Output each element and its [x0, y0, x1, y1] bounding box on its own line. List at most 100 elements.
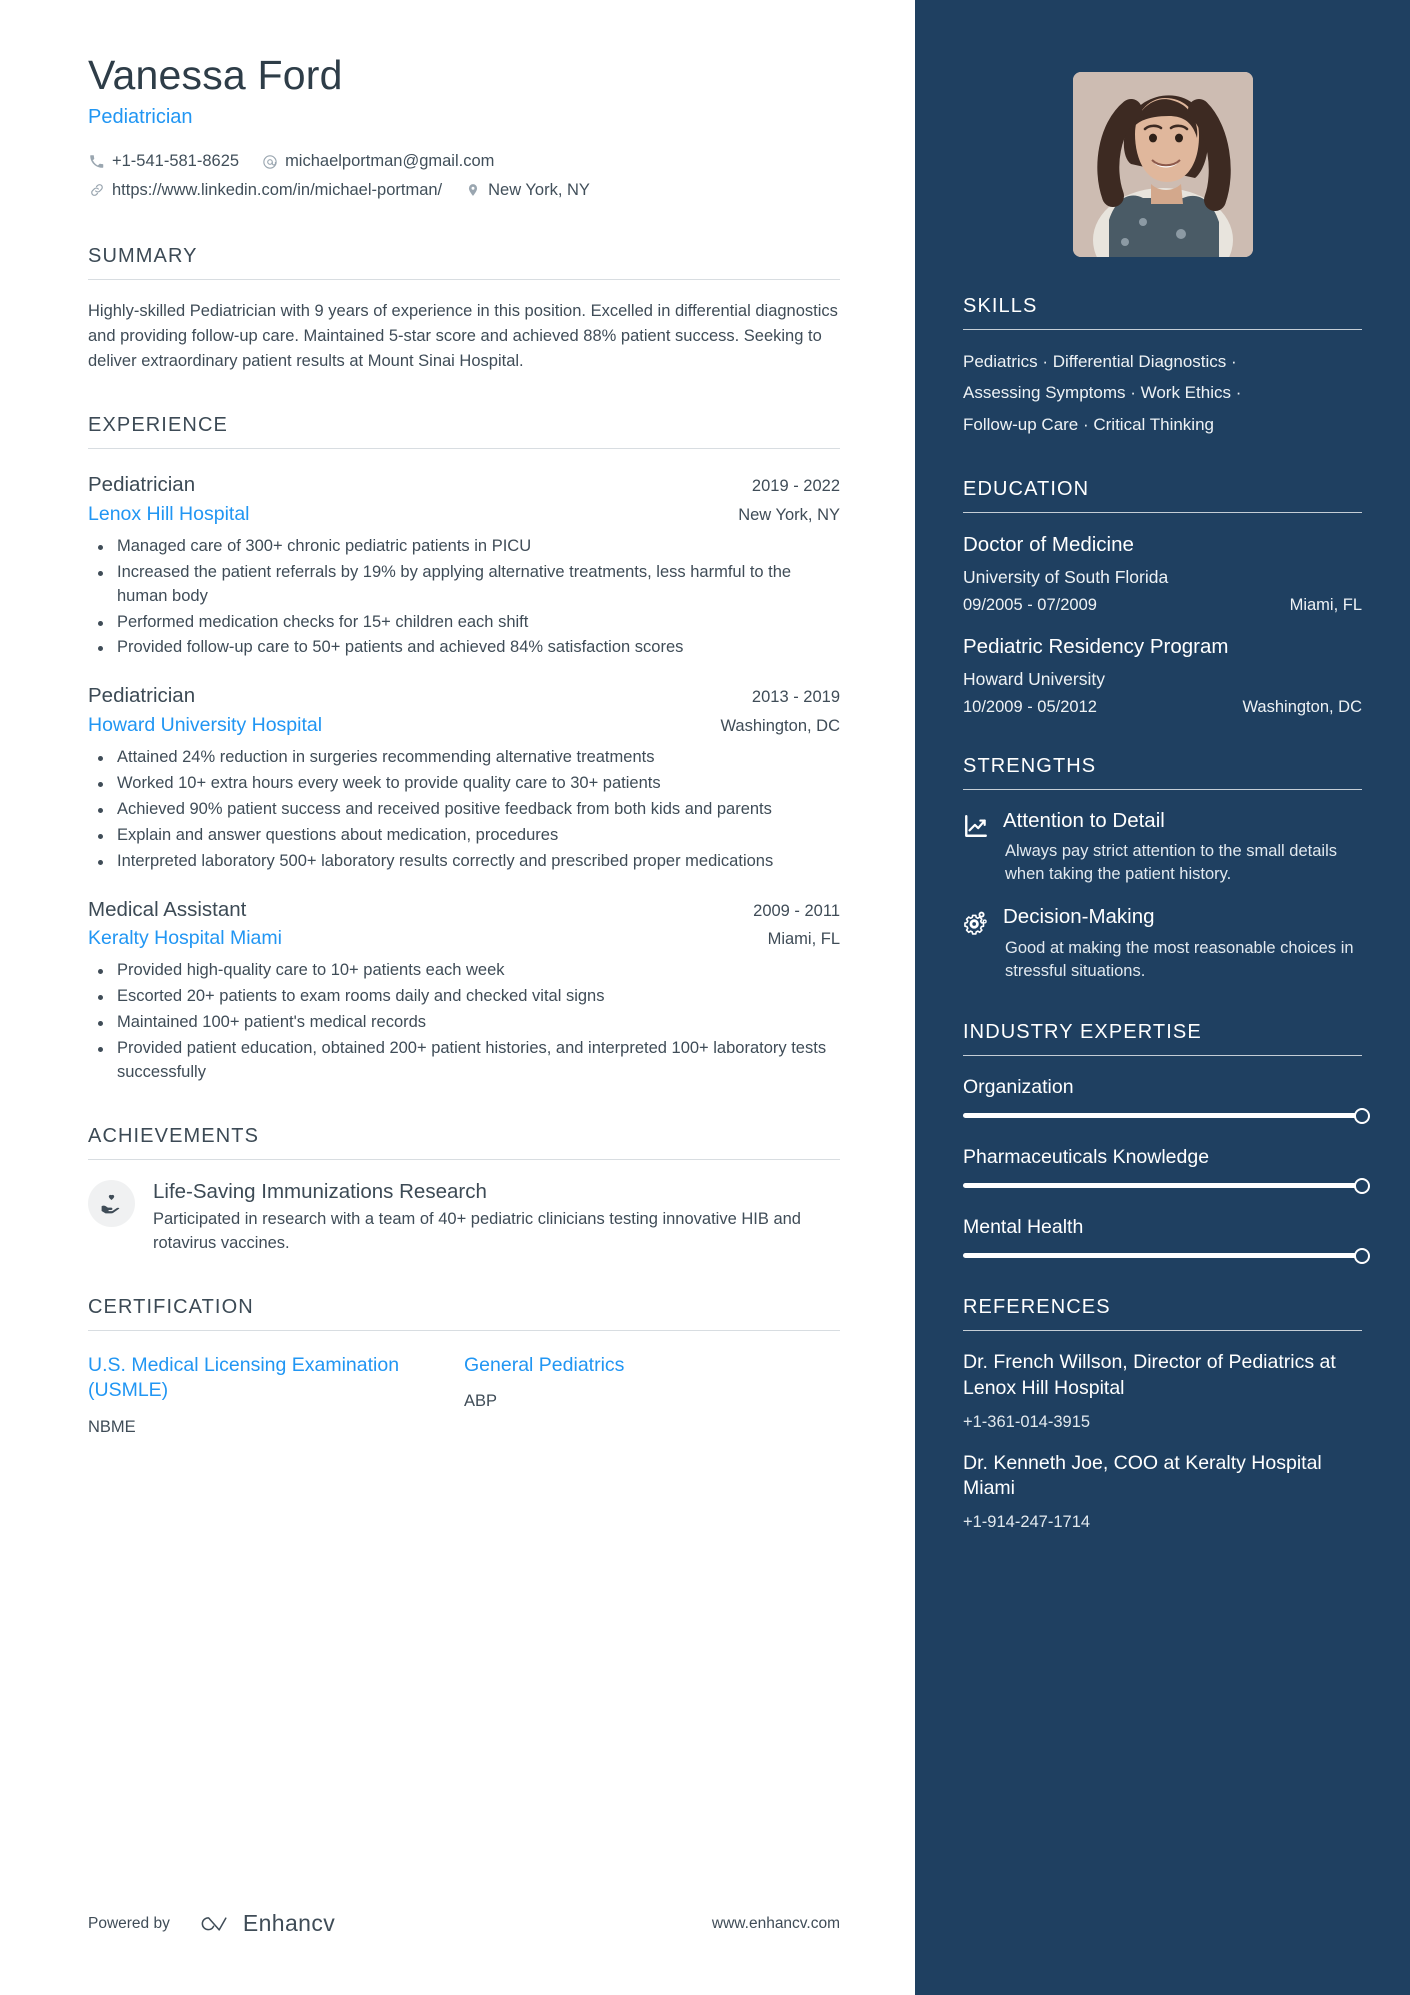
- reference-phone[interactable]: +1-361-014-3915: [963, 1413, 1362, 1432]
- email-icon: [261, 153, 278, 170]
- gears-icon: [963, 909, 989, 936]
- certification-name[interactable]: U.S. Medical Licensing Examination (USML…: [88, 1353, 424, 1404]
- main-content-column: Vanessa Ford Pediatrician +1-541-581-862…: [0, 0, 915, 1995]
- expertise-label: Organization: [963, 1076, 1074, 1099]
- strength-description: Always pay strict attention to the small…: [1005, 842, 1337, 884]
- resume-document: Vanessa Ford Pediatrician +1-541-581-862…: [0, 0, 1410, 1995]
- growth-chart-icon: [963, 813, 989, 839]
- enhancv-wordmark: Enhancv: [242, 1910, 336, 1936]
- job-company[interactable]: Lenox Hill Hospital: [88, 503, 250, 526]
- divider: [963, 329, 1362, 330]
- certification-item: General Pediatrics ABP: [464, 1353, 840, 1437]
- certification-issuer: NBME: [88, 1417, 136, 1436]
- references-section: REFERENCES Dr. French Willson, Director …: [963, 1296, 1362, 1532]
- list-item: Provided high-quality care to 10+ patien…: [88, 959, 840, 983]
- list-item: Worked 10+ extra hours every week to pro…: [88, 772, 840, 796]
- contact-location-text: New York, NY: [488, 181, 590, 200]
- experience-entry-header: Pediatrician 2019 - 2022: [88, 471, 840, 499]
- list-item: Interpreted laboratory 500+ laboratory r…: [88, 850, 840, 874]
- education-location: Miami, FL: [1289, 595, 1362, 614]
- footer-branding: Powered by Enhancv: [88, 1910, 335, 1937]
- achievements-section: ACHIEVEMENTS Life-Saving Immunizations R…: [88, 1125, 840, 1256]
- education-entry: Doctor of Medicine University of South F…: [963, 532, 1362, 615]
- industry-expertise-section: INDUSTRY EXPERTISE Organization Pharmace…: [963, 1021, 1370, 1264]
- education-dates: 09/2005 - 07/2009: [963, 595, 1097, 614]
- summary-text: Highly-skilled Pediatrician with 9 years…: [88, 301, 838, 371]
- slider-knob[interactable]: [1354, 1107, 1370, 1124]
- skills-line: Follow-up Care · Critical Thinking: [963, 414, 1214, 434]
- experience-entry: Pediatrician 2013 - 2019 Howard Universi…: [88, 682, 840, 873]
- contact-info-row-2: https://www.linkedin.com/in/michael-port…: [88, 176, 840, 205]
- strength-description: Good at making the most reasonable choic…: [1005, 938, 1354, 981]
- footer: Powered by Enhancv www.enhancv.com: [88, 1910, 840, 1937]
- divider: [963, 1055, 1362, 1057]
- job-company[interactable]: Keralty Hospital Miami: [88, 927, 282, 950]
- divider: [963, 512, 1362, 514]
- experience-entry-header: Pediatrician 2013 - 2019: [88, 682, 840, 710]
- contact-email[interactable]: michaelportman@gmail.com: [261, 147, 494, 176]
- education-degree: Doctor of Medicine: [963, 533, 1134, 557]
- education-school: Howard University: [963, 668, 1105, 689]
- job-dates: 2019 - 2022: [751, 477, 840, 496]
- achievement-title: Life-Saving Immunizations Research: [153, 1179, 487, 1203]
- list-item: Provided follow-up care to 50+ patients …: [88, 636, 840, 660]
- education-degree: Pediatric Residency Program: [963, 634, 1229, 658]
- education-meta: 10/2009 - 05/2012 Washington, DC: [963, 698, 1362, 717]
- education-section: EDUCATION Doctor of Medicine University …: [963, 478, 1362, 716]
- reference-name: Dr. French Willson, Director of Pediatri…: [963, 1351, 1336, 1399]
- slider-knob[interactable]: [1354, 1247, 1370, 1264]
- divider: [88, 1329, 840, 1331]
- contact-phone-text: +1-541-581-8625: [112, 152, 240, 171]
- list-item: Escorted 20+ patients to exam rooms dail…: [88, 985, 840, 1009]
- experience-heading: EXPERIENCE: [88, 414, 228, 437]
- skills-heading: SKILLS: [963, 295, 1038, 317]
- expertise-item: Mental Health: [963, 1216, 1370, 1264]
- link-icon: [88, 182, 105, 199]
- achievements-heading: ACHIEVEMENTS: [88, 1124, 260, 1147]
- education-entry: Pediatric Residency Program Howard Unive…: [963, 634, 1362, 717]
- job-role-subtitle: Pediatrician: [88, 106, 193, 129]
- reference-phone[interactable]: +1-914-247-1714: [963, 1513, 1362, 1532]
- divider: [963, 1330, 1362, 1332]
- expertise-slider[interactable]: [963, 1177, 1370, 1194]
- experience-entry-subheader: Lenox Hill Hospital New York, NY: [88, 503, 840, 526]
- list-item: Maintained 100+ patient's medical record…: [88, 1011, 840, 1035]
- education-meta: 09/2005 - 07/2009 Miami, FL: [963, 596, 1362, 615]
- footer-url[interactable]: www.enhancv.com: [712, 1915, 840, 1933]
- skills-list: Pediatrics · Differential Diagnostics · …: [963, 346, 1362, 440]
- skills-line: Assessing Symptoms · Work Ethics ·: [963, 383, 1242, 403]
- achievement-body: Life-Saving Immunizations Research Parti…: [153, 1180, 840, 1256]
- list-item: Provided patient education, obtained 200…: [88, 1037, 840, 1085]
- strength-body: Attention to Detail Always pay strict at…: [1003, 809, 1362, 887]
- enhancv-logo: Enhancv: [194, 1910, 335, 1937]
- skills-section: SKILLS Pediatrics · Differential Diagnos…: [963, 295, 1362, 440]
- education-dates: 10/2009 - 05/2012: [963, 697, 1097, 716]
- slider-knob[interactable]: [1354, 1177, 1370, 1194]
- contact-linkedin[interactable]: https://www.linkedin.com/in/michael-port…: [88, 176, 442, 205]
- experience-entry: Medical Assistant 2009 - 2011 Keralty Ho…: [88, 896, 840, 1085]
- contact-phone[interactable]: +1-541-581-8625: [88, 147, 239, 176]
- avatar-portrait: [1072, 72, 1253, 257]
- expertise-item: Pharmaceuticals Knowledge: [963, 1146, 1370, 1194]
- strength-item: Decision-Making Good at making the most …: [963, 905, 1362, 983]
- phone-icon: [88, 153, 105, 170]
- hand-heart-icon: [88, 1179, 135, 1227]
- job-company[interactable]: Howard University Hospital: [88, 714, 322, 737]
- job-title: Pediatrician: [88, 473, 196, 497]
- strength-item: Attention to Detail Always pay strict at…: [963, 809, 1362, 887]
- education-school: University of South Florida: [963, 566, 1169, 587]
- strength-title: Decision-Making: [1003, 905, 1155, 929]
- list-item: Explain and answer questions about medic…: [88, 824, 840, 848]
- contact-location[interactable]: New York, NY: [464, 176, 590, 205]
- expertise-slider[interactable]: [963, 1247, 1370, 1264]
- job-bullet-list: Provided high-quality care to 10+ patien…: [88, 959, 840, 1085]
- achievement-description: Participated in research with a team of …: [153, 1209, 801, 1252]
- strengths-section: STRENGTHS Attention to Detail Always pay…: [963, 755, 1362, 984]
- experience-entry-subheader: Howard University Hospital Washington, D…: [88, 714, 840, 737]
- reference-item: Dr. French Willson, Director of Pediatri…: [963, 1350, 1362, 1431]
- avatar: [1072, 72, 1253, 257]
- summary-section: SUMMARY Highly-skilled Pediatrician with…: [88, 245, 840, 374]
- summary-heading: SUMMARY: [88, 244, 198, 267]
- expertise-slider[interactable]: [963, 1107, 1370, 1124]
- certification-name[interactable]: General Pediatrics: [464, 1353, 800, 1378]
